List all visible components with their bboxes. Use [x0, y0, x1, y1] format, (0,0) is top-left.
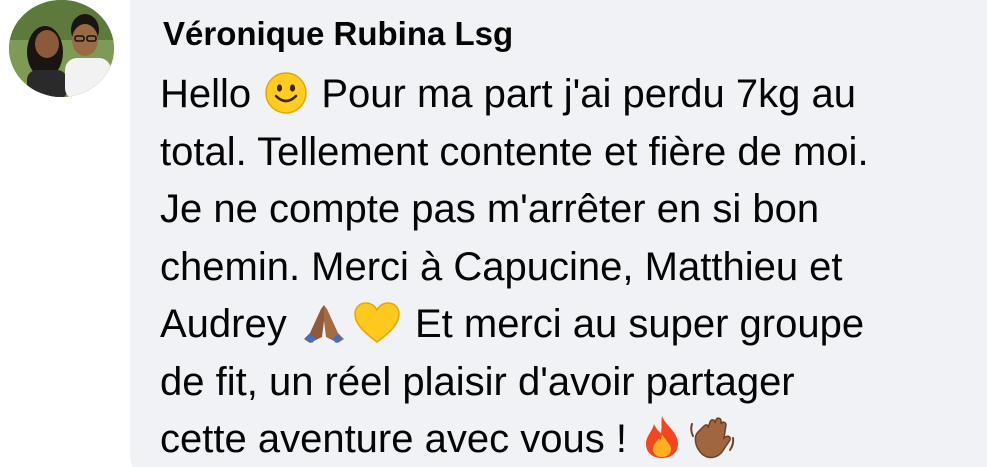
- avatar[interactable]: [9, 0, 114, 97]
- comment-line: chemin. Merci à Capucine, Matthieu et: [160, 244, 843, 289]
- comment: Véronique Rubina Lsg Hello Pour ma part …: [0, 0, 987, 467]
- smiling-face-icon: [264, 71, 308, 115]
- comment-line: cette aventure avec vous !: [160, 411, 986, 467]
- comment-body: Hello Pour ma part j'ai perdu 7kg au tot…: [160, 66, 986, 467]
- waving-hand-icon: [688, 414, 736, 460]
- comment-line: total. Tellement contente et fière de mo…: [160, 129, 869, 174]
- profile-photo-icon: [9, 0, 114, 97]
- comment-text: Audrey: [160, 302, 298, 346]
- comment-text: cette aventure avec vous !: [160, 417, 639, 461]
- comment-line: Hello Pour ma part j'ai perdu 7kg au: [160, 66, 986, 124]
- fire-icon: [640, 414, 684, 460]
- comment-text: Et merci au super groupe: [403, 302, 865, 346]
- comment-text: Pour ma part j'ai perdu 7kg au: [310, 72, 856, 116]
- comment-line: Je ne compte pas m'arrêter en si bon: [160, 187, 820, 231]
- folded-hands-icon: [300, 301, 348, 345]
- comment-text: Hello: [160, 72, 263, 116]
- comment-line: de fit, un réel plaisir d'avoir partager: [160, 359, 795, 404]
- comment-line: Audrey Et merci au super groupe: [160, 296, 986, 354]
- comment-author[interactable]: Véronique Rubina Lsg: [163, 14, 513, 54]
- yellow-heart-icon: [352, 301, 402, 345]
